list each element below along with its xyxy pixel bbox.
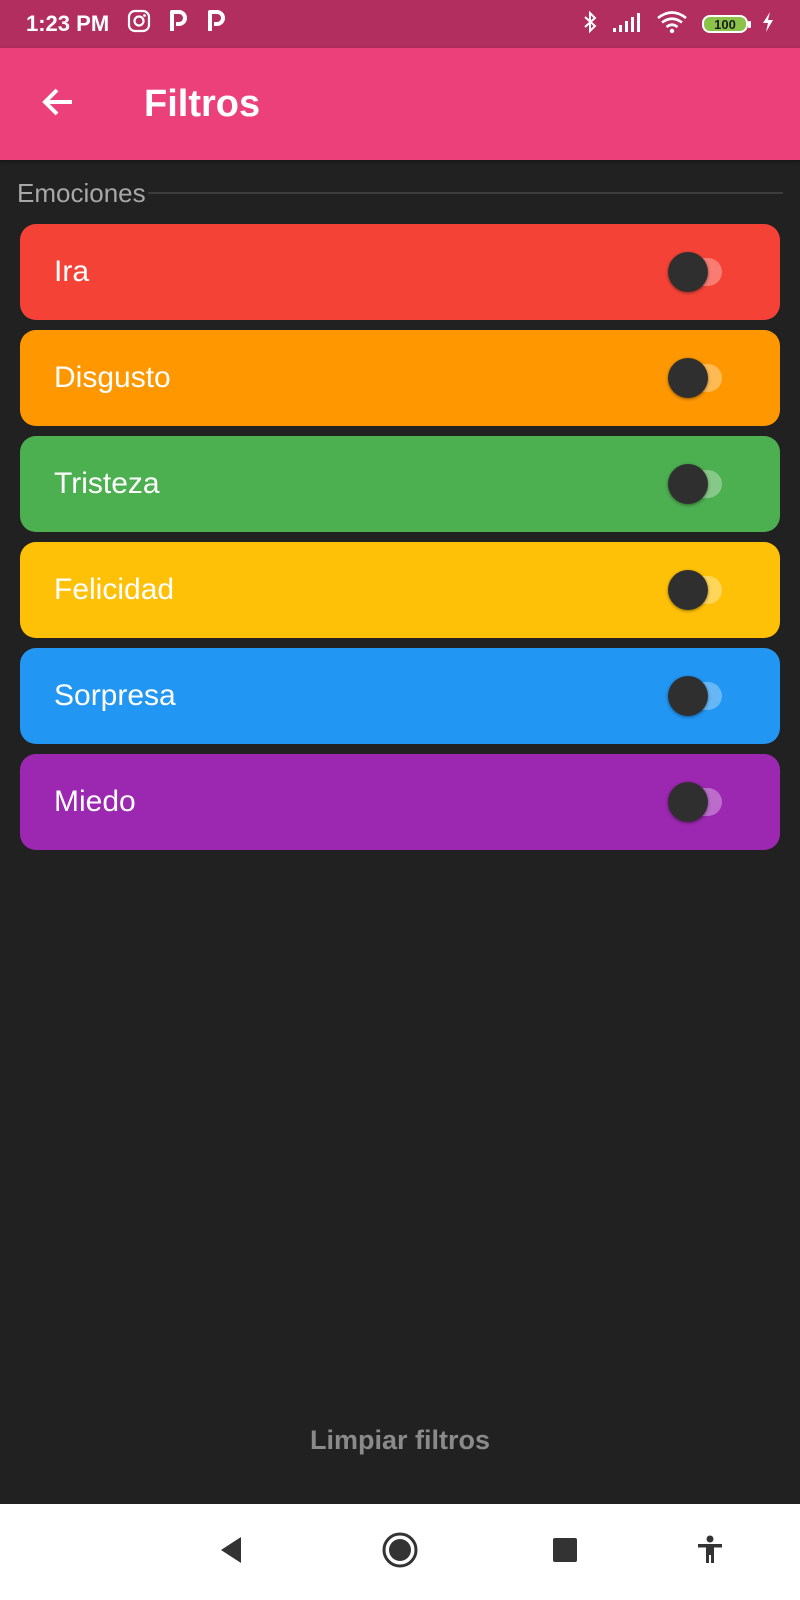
nav-accessibility-button[interactable]: [690, 1532, 730, 1572]
status-bar: 1:23 PM 100: [0, 0, 800, 48]
page-title: Filtros: [144, 82, 261, 125]
accessibility-icon: [696, 1535, 724, 1570]
bluetooth-icon: [582, 10, 598, 39]
emotion-item-miedo[interactable]: Miedo: [20, 754, 780, 850]
recents-square-icon: [552, 1537, 578, 1568]
nav-back-button[interactable]: [211, 1532, 251, 1572]
emotion-item-felicidad[interactable]: Felicidad: [20, 542, 780, 638]
toggle-thumb: [668, 358, 708, 398]
system-nav-bar: [0, 1504, 800, 1600]
status-time: 1:23 PM: [26, 11, 110, 36]
section-title: Emociones: [17, 178, 146, 208]
toggle-thumb: [668, 252, 708, 292]
emotion-toggle-tristeza[interactable]: [648, 464, 744, 504]
instagram-icon: [127, 9, 151, 39]
emotion-toggle-ira[interactable]: [648, 252, 744, 292]
emotion-item-ira[interactable]: Ira: [20, 224, 780, 320]
emotion-filter-list: Ira Disgusto Tristeza Felicidad Sorpresa: [20, 224, 780, 860]
emotion-label: Tristeza: [54, 467, 160, 500]
battery-icon: 100: [702, 15, 751, 33]
section-header: Emociones: [17, 176, 783, 210]
emotion-item-disgusto[interactable]: Disgusto: [20, 330, 780, 426]
emotion-item-sorpresa[interactable]: Sorpresa: [20, 648, 780, 744]
wifi-icon: [656, 10, 688, 39]
emotion-label: Miedo: [54, 785, 136, 818]
home-circle-icon: [381, 1531, 419, 1574]
emotion-label: Felicidad: [54, 573, 175, 606]
nav-recents-button[interactable]: [545, 1532, 585, 1572]
emotion-label: Ira: [54, 255, 90, 288]
p-app-icon: [167, 9, 189, 39]
app-bar: Filtros: [0, 48, 800, 160]
signal-icon: [612, 11, 642, 38]
toggle-thumb: [668, 782, 708, 822]
nav-home-button[interactable]: [380, 1532, 420, 1572]
toggle-thumb: [668, 570, 708, 610]
back-triangle-icon: [217, 1535, 245, 1570]
emotion-item-tristeza[interactable]: Tristeza: [20, 436, 780, 532]
status-left: 1:23 PM: [26, 9, 227, 39]
emotion-toggle-felicidad[interactable]: [648, 570, 744, 610]
emotion-toggle-disgusto[interactable]: [648, 358, 744, 398]
status-right: 100: [582, 10, 774, 39]
back-button[interactable]: [36, 82, 80, 126]
emotion-toggle-miedo[interactable]: [648, 782, 744, 822]
toggle-thumb: [668, 676, 708, 716]
section-divider: [147, 192, 783, 194]
emotion-label: Sorpresa: [54, 679, 176, 712]
charging-icon: [762, 11, 774, 38]
p-app-icon: [205, 9, 227, 39]
arrow-back-icon: [40, 84, 76, 125]
emotion-toggle-sorpresa[interactable]: [648, 676, 744, 716]
clear-filters-button[interactable]: Limpiar filtros: [0, 1410, 800, 1470]
toggle-thumb: [668, 464, 708, 504]
emotion-label: Disgusto: [54, 361, 171, 394]
